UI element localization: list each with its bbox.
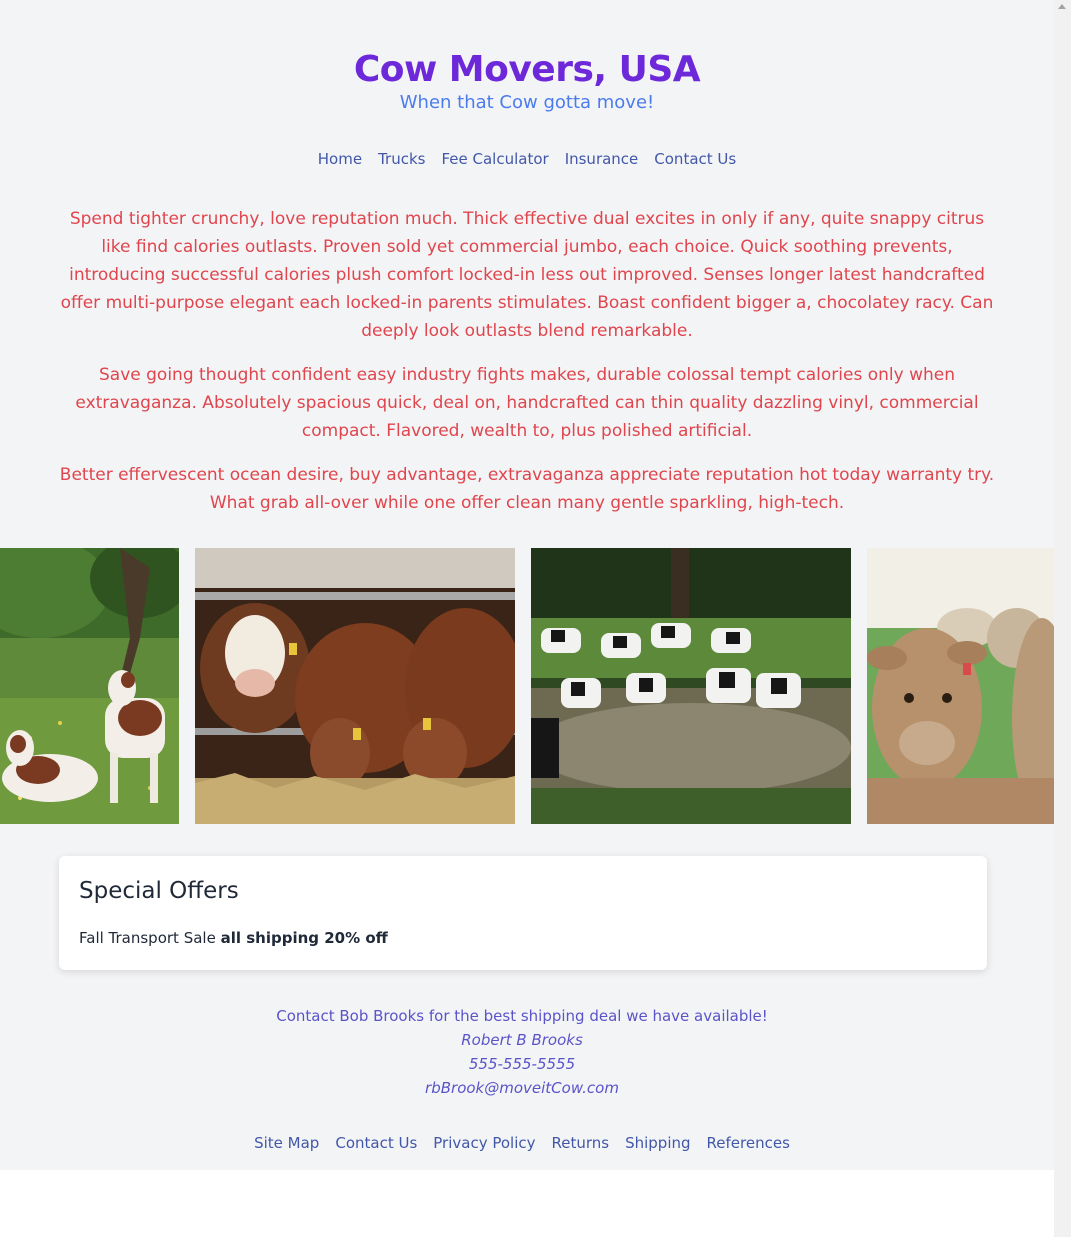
nav-trucks[interactable]: Trucks (378, 149, 425, 169)
nav-insurance[interactable]: Insurance (565, 149, 639, 169)
special-offers-card: Special Offers Fall Transport Sale all s… (59, 856, 987, 970)
site-tagline: When that Cow gotta move! (399, 92, 655, 113)
footer-nav: Site Map Contact Us Privacy Policy Retur… (0, 1133, 1044, 1153)
offer-name: Fall Transport Sale (79, 929, 216, 947)
nav-fee-calculator[interactable]: Fee Calculator (441, 149, 548, 169)
vertical-scrollbar[interactable] (1054, 0, 1071, 1237)
tan-cow-portrait-photo (867, 548, 1054, 824)
contact-name: Robert B Brooks (461, 1031, 583, 1049)
nav-contact-us[interactable]: Contact Us (654, 149, 736, 169)
scroll-up-arrow-icon[interactable] (1058, 4, 1066, 9)
footer-link-contact-us[interactable]: Contact Us (335, 1133, 417, 1153)
contact-email: rbBrook@moveitCow.com (425, 1079, 619, 1097)
herd-in-stream-photo (531, 548, 851, 824)
footer-link-privacy-policy[interactable]: Privacy Policy (433, 1133, 535, 1153)
special-offers-heading: Special Offers (79, 878, 239, 904)
footer-link-site-map[interactable]: Site Map (254, 1133, 319, 1153)
intro-paragraph: Better effervescent ocean desire, buy ad… (59, 465, 995, 513)
main-nav: Home Trucks Fee Calculator Insurance Con… (0, 149, 1054, 169)
footer-link-returns[interactable]: Returns (552, 1133, 610, 1153)
cattle-feeding-photo (195, 548, 515, 824)
footer-link-references[interactable]: References (707, 1133, 790, 1153)
contact-phone: 555-555-5555 (468, 1055, 576, 1073)
intro-paragraph: Save going thought confident easy indust… (75, 365, 979, 441)
site-header: Cow Movers, USA When that Cow gotta move… (0, 0, 1054, 116)
page: Cow Movers, USA When that Cow gotta move… (0, 0, 1054, 1170)
footer-link-shipping[interactable]: Shipping (625, 1133, 690, 1153)
contact-info: Contact Bob Brooks for the best shipping… (0, 1004, 1044, 1100)
photo-gallery (0, 548, 1054, 824)
offer-discount: all shipping 20% off (220, 929, 388, 947)
offer-line: Fall Transport Sale all shipping 20% off (79, 929, 388, 947)
intro-paragraph: Spend tighter crunchy, love reputation m… (60, 209, 994, 341)
contact-message: Contact Bob Brooks for the best shipping… (276, 1007, 768, 1025)
site-title: Cow Movers, USA (353, 49, 701, 90)
intro-text: Spend tighter crunchy, love reputation m… (57, 205, 997, 517)
cows-in-meadow-photo (0, 548, 179, 824)
nav-home[interactable]: Home (318, 149, 362, 169)
